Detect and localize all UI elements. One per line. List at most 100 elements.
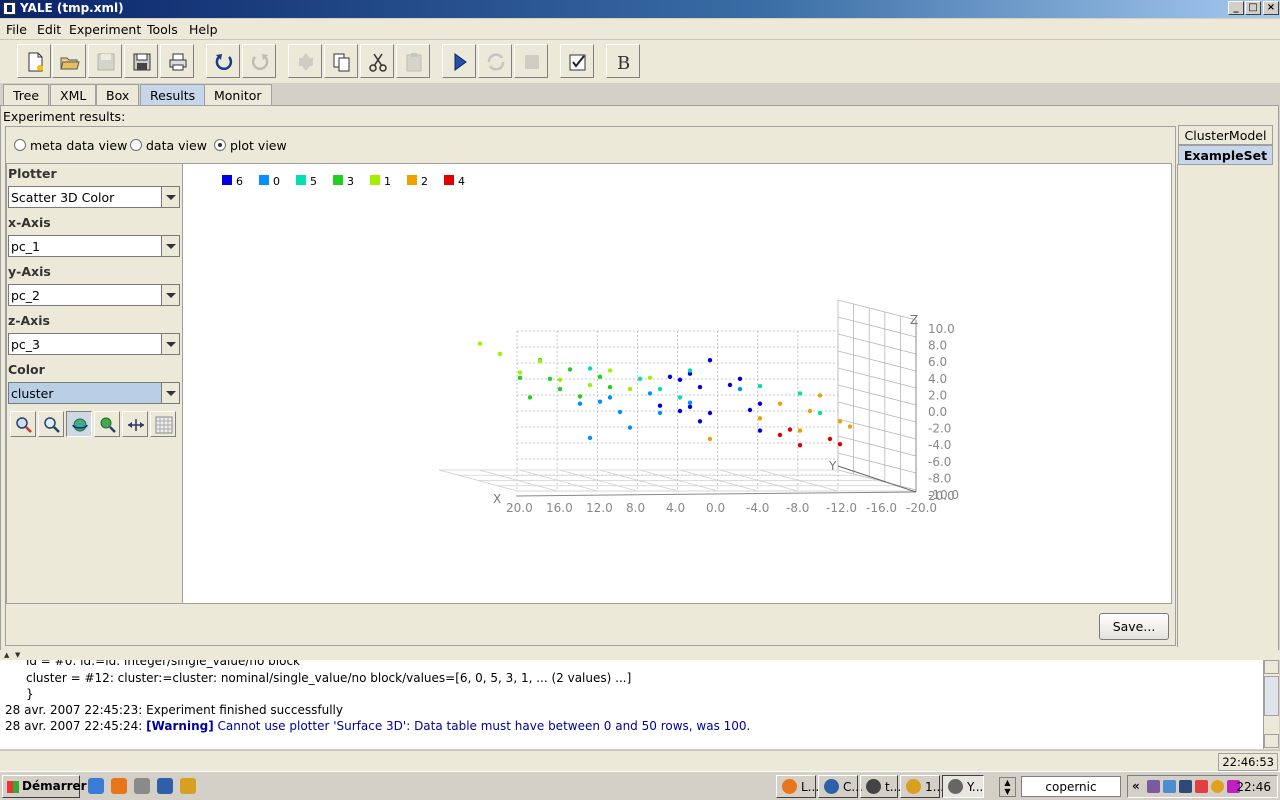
log-line: cluster = #12: cluster:=cluster: nominal…	[26, 671, 632, 685]
taskbar-scroll-icon[interactable]: ▲ ▼	[999, 777, 1016, 797]
x-axis-select[interactable]: pc_1	[8, 235, 180, 257]
z-axis-select[interactable]: pc_3	[8, 333, 180, 355]
save-toolbar-button[interactable]	[88, 44, 122, 78]
tab-box[interactable]: Box	[96, 84, 140, 105]
scroll-thumb[interactable]	[1264, 676, 1279, 716]
maximize-button[interactable]: □	[1245, 1, 1261, 15]
save-button[interactable]: Save...	[1099, 613, 1169, 640]
tab-exampleset[interactable]: ExampleSet	[1178, 145, 1273, 165]
menu-help[interactable]: Help	[189, 22, 218, 37]
zoom-button[interactable]	[38, 411, 64, 437]
tab-tree[interactable]: Tree	[3, 84, 50, 105]
z-tick-label: -10.0	[928, 488, 959, 502]
scatter-point	[617, 409, 623, 415]
ie-icon[interactable]	[88, 778, 104, 794]
play-icon	[454, 53, 467, 71]
tool-icon[interactable]	[134, 778, 150, 794]
chevron-down-icon[interactable]	[161, 187, 179, 207]
chevron-down-icon[interactable]	[161, 236, 179, 256]
tray-app-icon[interactable]	[1147, 780, 1160, 793]
legend-label: 0	[273, 175, 280, 188]
notes-icon	[906, 779, 921, 794]
arrow-down-icon[interactable]: ▼	[15, 651, 20, 659]
task-button-yale[interactable]: Y...	[942, 775, 984, 798]
z-tick-label: 6.0	[928, 355, 947, 369]
scroll-up-icon[interactable]	[1264, 660, 1279, 674]
paste-button[interactable]	[396, 44, 430, 78]
zoom-reset-button[interactable]	[10, 411, 36, 437]
x-axis-name: X	[493, 492, 501, 506]
firefox-icon[interactable]	[111, 778, 127, 794]
legend-swatch	[370, 175, 380, 185]
tray-status-icon[interactable]	[1211, 780, 1224, 793]
tray-expand-icon[interactable]: «	[1132, 779, 1140, 793]
tab-results[interactable]: Results	[140, 84, 206, 106]
scatter-point	[557, 377, 563, 382]
start-button[interactable]: Démarrer	[2, 775, 87, 798]
notes-icon[interactable]	[180, 778, 196, 794]
close-button[interactable]: ×	[1263, 1, 1279, 15]
stop-button[interactable]	[514, 44, 548, 78]
arrow-up-icon[interactable]: ▲	[4, 651, 9, 659]
validate-button[interactable]	[560, 44, 594, 78]
task-button[interactable]: t...	[860, 775, 901, 798]
grid-button[interactable]	[150, 411, 176, 437]
move-button[interactable]	[288, 44, 322, 78]
color-select[interactable]: cluster	[8, 382, 180, 404]
y-axis-name: Y	[828, 459, 837, 473]
scatter-point	[807, 408, 813, 414]
run-button[interactable]	[442, 44, 476, 78]
scatter-point	[577, 394, 583, 399]
chevron-down-icon[interactable]	[161, 383, 179, 403]
menu-tools[interactable]: Tools	[147, 22, 178, 37]
chevron-down-icon[interactable]	[161, 285, 179, 305]
save-as-button[interactable]	[124, 44, 158, 78]
plotter-select[interactable]: Scatter 3D Color	[8, 186, 180, 208]
scroll-down-icon[interactable]	[1264, 734, 1279, 748]
minimize-button[interactable]: _	[1228, 1, 1244, 15]
tab-monitor[interactable]: Monitor	[204, 84, 272, 105]
task-button[interactable]: L...	[776, 775, 819, 798]
pan-button[interactable]	[122, 411, 148, 437]
copy-button[interactable]	[324, 44, 358, 78]
menu-edit[interactable]: Edit	[37, 22, 61, 37]
x-tick-label: 16.0	[546, 501, 573, 515]
chevron-down-icon[interactable]	[161, 334, 179, 354]
meta-data-view-label: meta data view	[30, 138, 128, 153]
legend-label: 1	[384, 175, 391, 188]
menu-experiment[interactable]: Experiment	[69, 22, 141, 37]
tab-clustermodel[interactable]: ClusterModel	[1178, 125, 1273, 145]
undo-button[interactable]	[206, 44, 240, 78]
app-quicklaunch-icon[interactable]	[157, 778, 173, 794]
rotate-button[interactable]	[66, 411, 92, 437]
x-tick-label: -12.0	[826, 501, 857, 515]
tab-xml[interactable]: XML	[50, 84, 97, 105]
select-button[interactable]	[94, 411, 120, 437]
scatter-point	[477, 341, 483, 346]
radio-dot	[14, 139, 26, 151]
tray-antivirus-icon[interactable]	[1195, 780, 1208, 793]
open-button[interactable]	[52, 44, 86, 78]
task-label: Y...	[967, 780, 984, 794]
data-view-label: data view	[146, 138, 207, 153]
tray-tool-icon[interactable]	[1179, 780, 1192, 793]
scatter-point	[647, 375, 653, 380]
redo-button[interactable]	[242, 44, 276, 78]
task-button[interactable]: 1...	[900, 775, 944, 798]
y-axis-select[interactable]: pc_2	[8, 284, 180, 306]
print-button[interactable]	[160, 44, 194, 78]
task-button[interactable]: C...	[818, 775, 863, 798]
scatter-3d-plot[interactable]: 6 0 5 3 1 2 4XYZ20.020.0 16.0 12.0 8.0 4.0 0.0 -4.0-…	[183, 164, 1171, 603]
new-button[interactable]	[17, 44, 51, 78]
search-input[interactable]: copernic	[1021, 776, 1121, 797]
breakpoint-button[interactable]: B	[606, 44, 640, 78]
menu-file[interactable]: File	[6, 22, 27, 37]
tray-network-icon[interactable]	[1163, 780, 1176, 793]
cut-button[interactable]	[360, 44, 394, 78]
splitter[interactable]: ▲ ▼	[0, 650, 1280, 660]
log-scrollbar[interactable]	[1263, 660, 1279, 749]
resume-button[interactable]	[478, 44, 512, 78]
z-axis-label: z-Axis	[8, 313, 50, 328]
scatter-point	[737, 386, 743, 392]
plot-area[interactable]: 6 0 5 3 1 2 4 X Y Z 20.0 20.0 16.0 12.0 8.0 4.0 0.0 -4.0-…	[182, 163, 1172, 604]
